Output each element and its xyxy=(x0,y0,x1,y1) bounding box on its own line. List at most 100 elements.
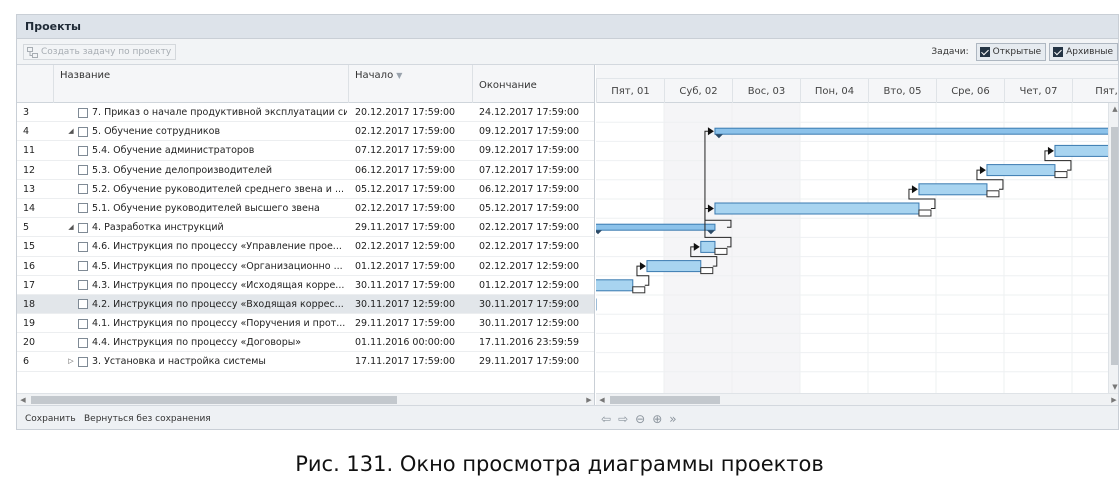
start-date: 02.12.2017 12:59:00 xyxy=(355,241,456,253)
table-row[interactable]: 11 5.4. Обучение администраторов 07.12.201… xyxy=(17,141,594,161)
day-header: Сре, 06 xyxy=(936,79,1004,103)
bar-end-marker xyxy=(700,267,714,275)
task-name: 5.4. Обучение администраторов xyxy=(92,145,255,157)
row-number: 14 xyxy=(23,202,36,214)
column-header-end[interactable]: Окончание xyxy=(473,65,594,103)
day-header: Пят, xyxy=(1072,79,1118,103)
start-date: 02.12.2017 17:59:00 xyxy=(355,126,456,138)
row-checkbox[interactable] xyxy=(78,165,88,176)
revert-button[interactable]: Вернуться без сохранения xyxy=(84,406,211,429)
summary-bar-cap xyxy=(596,230,602,235)
table-row[interactable]: 18 4.2. Инструкция по процессу «Входящая … xyxy=(17,294,594,315)
table-row[interactable]: 15 4.6. Инструкция по процессу «Управлени… xyxy=(17,237,594,257)
task-name-cell: 4.3. Инструкция по процессу «Исходящая к… xyxy=(54,276,347,295)
row-checkbox[interactable] xyxy=(78,107,88,118)
table-row[interactable]: 5 ◢ 4. Разработка инструкций 29.11.2017 17:… xyxy=(17,218,594,238)
grid-horizontal-scrollbar[interactable]: ◀ ▶ xyxy=(17,393,594,405)
collapse-icon[interactable]: ◢ xyxy=(66,218,76,237)
gantt-header: Пят, 01 Суб, 02 Вос, 03 Пон, 04 Вто, 05 Сре, … xyxy=(596,65,1118,103)
end-date: 09.12.2017 17:59:00 xyxy=(479,145,580,157)
create-task-button[interactable]: Создать задачу по проекту xyxy=(23,44,177,60)
row-number: 13 xyxy=(23,183,36,195)
grid-rows: 3 7. Приказ о начале продуктивной эксплуа… xyxy=(17,103,594,372)
table-row[interactable]: 4 ◢ 5. Обучение сотрудников 02.12.2017 17:5… xyxy=(17,122,594,142)
table-row[interactable]: 19 4.1. Инструкция по процессу «Поручения… xyxy=(17,314,594,334)
row-checkbox[interactable] xyxy=(78,299,88,310)
start-date: 05.12.2017 17:59:00 xyxy=(355,183,456,195)
task-bar xyxy=(918,183,988,196)
task-bar xyxy=(1054,144,1108,157)
table-row[interactable]: 20 4.4. Инструкция по процессу «Договоры»… xyxy=(17,333,594,353)
row-checkbox[interactable] xyxy=(78,184,88,195)
scroll-left-icon[interactable]: ◀ xyxy=(17,394,29,405)
row-checkbox[interactable] xyxy=(78,337,88,348)
table-row[interactable]: 6 ▷ 3. Установка и настройка системы 17.11.… xyxy=(17,352,594,372)
task-name-cell: ▷ 3. Установка и настройка системы xyxy=(54,352,347,371)
row-checkbox[interactable] xyxy=(78,356,88,367)
row-checkbox[interactable] xyxy=(78,280,88,291)
open-tasks-toggle[interactable]: Открытые xyxy=(975,43,1047,61)
grid-header: Название Начало ▼ Окончание xyxy=(17,65,594,103)
go-to-end-icon[interactable]: » xyxy=(669,412,676,426)
end-date: 02.12.2017 17:59:00 xyxy=(479,222,580,234)
checkbox-checked-icon xyxy=(1053,47,1064,57)
table-row[interactable]: 13 5.2. Обучение руководителей среднего з… xyxy=(17,180,594,199)
day-header: Вто, 05 xyxy=(868,79,936,103)
end-date: 30.11.2017 12:59:00 xyxy=(479,318,580,330)
end-date: 02.12.2017 12:59:00 xyxy=(479,260,580,272)
summary-bar xyxy=(596,223,716,231)
row-number: 15 xyxy=(23,241,36,253)
gantt-vertical-scrollbar[interactable]: ▲ ▼ xyxy=(1108,103,1118,405)
row-checkbox[interactable] xyxy=(78,222,88,233)
task-name-cell: 5.1. Обучение руководителей высшего звен… xyxy=(54,199,347,218)
table-row[interactable]: 17 4.3. Инструкция по процессу «Исходящая… xyxy=(17,276,594,295)
start-date: 30.11.2017 17:59:00 xyxy=(355,279,456,291)
scrollbar-thumb[interactable] xyxy=(610,396,720,404)
zoom-in-icon[interactable]: ⊕ xyxy=(652,412,662,426)
column-header-start[interactable]: Начало ▼ xyxy=(349,65,473,103)
scroll-back-icon[interactable]: ⇦ xyxy=(601,412,611,426)
task-name-cell: 5.3. Обучение делопроизводителей xyxy=(54,161,347,180)
row-checkbox[interactable] xyxy=(78,241,88,252)
task-name: 4.2. Инструкция по процессу «Входящая ко… xyxy=(92,298,344,310)
dependency-arrow xyxy=(639,262,646,271)
row-checkbox[interactable] xyxy=(78,318,88,329)
weekend-column xyxy=(732,103,800,393)
task-name-cell: 4.4. Инструкция по процессу «Договоры» xyxy=(54,333,347,352)
zoom-out-icon[interactable]: ⊖ xyxy=(635,412,645,426)
bar-end-marker xyxy=(918,209,932,217)
start-date: 07.12.2017 17:59:00 xyxy=(355,145,456,157)
task-name: 4.4. Инструкция по процессу «Договоры» xyxy=(92,337,302,349)
gantt-horizontal-scrollbar[interactable]: ◀ ▶ xyxy=(596,393,1118,405)
end-date: 24.12.2017 17:59:00 xyxy=(479,107,580,118)
scrollbar-thumb[interactable] xyxy=(31,396,397,404)
column-header-name[interactable]: Название xyxy=(54,65,349,103)
archive-tasks-toggle[interactable]: Архивные xyxy=(1049,43,1118,61)
save-button[interactable]: Сохранить xyxy=(25,406,76,429)
row-checkbox[interactable] xyxy=(78,145,88,156)
start-date: 01.12.2017 17:59:00 xyxy=(355,260,456,272)
end-date: 29.11.2017 17:59:00 xyxy=(479,356,580,368)
scroll-forward-icon[interactable]: ⇨ xyxy=(618,412,628,426)
row-checkbox[interactable] xyxy=(78,261,88,271)
table-row[interactable]: 3 7. Приказ о начале продуктивной эксплуа… xyxy=(17,103,594,123)
task-name-cell: 5.4. Обучение администраторов xyxy=(54,141,347,160)
task-name-cell: ◢ 4. Разработка инструкций xyxy=(54,218,347,237)
scroll-left-icon[interactable]: ◀ xyxy=(596,394,608,405)
row-checkbox[interactable] xyxy=(78,203,88,214)
table-row[interactable]: 12 5.3. Обучение делопроизводителей 06.12.… xyxy=(17,161,594,180)
day-header: Суб, 02 xyxy=(664,79,732,103)
start-date: 06.12.2017 17:59:00 xyxy=(355,164,456,176)
scroll-up-icon[interactable]: ▲ xyxy=(1109,103,1118,115)
scrollbar-thumb[interactable] xyxy=(1111,127,1118,365)
start-date: 30.11.2017 12:59:00 xyxy=(355,298,456,310)
expand-icon[interactable]: ▷ xyxy=(66,352,76,371)
scroll-right-icon[interactable]: ▶ xyxy=(583,394,594,405)
collapse-icon[interactable]: ◢ xyxy=(66,122,76,141)
task-name: 5.2. Обучение руководителей среднего зве… xyxy=(92,183,345,195)
scroll-right-icon[interactable]: ▶ xyxy=(1108,394,1118,405)
row-checkbox[interactable] xyxy=(78,126,88,137)
table-row[interactable]: 16 4.5. Инструкция по процессу «Организац… xyxy=(17,257,594,276)
scroll-down-icon[interactable]: ▼ xyxy=(1109,381,1118,393)
table-row[interactable]: 14 5.1. Обучение руководителей высшего зв… xyxy=(17,199,594,219)
